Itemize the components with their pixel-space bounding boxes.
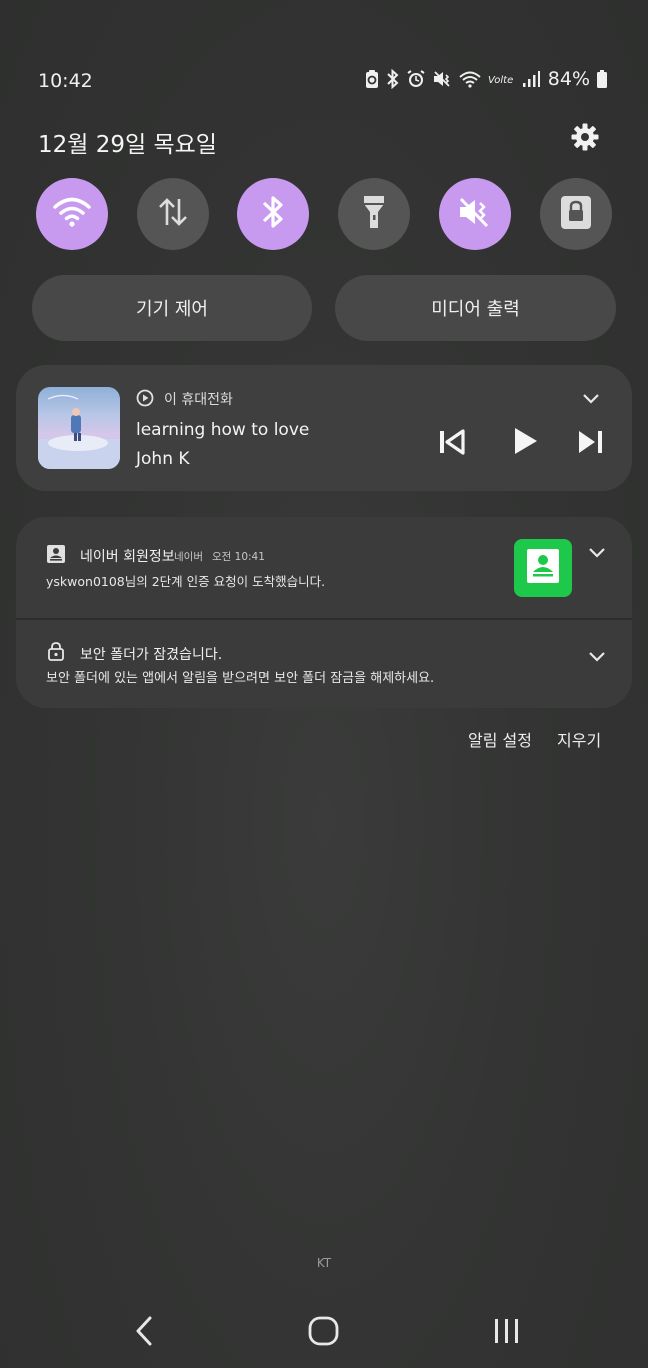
settings-button[interactable]	[566, 120, 604, 158]
secure-folder-title: 보안 폴더가 잠겼습니다.	[80, 647, 223, 663]
device-control-button[interactable]: 기기 제어	[32, 275, 312, 341]
media-player-card[interactable]: 이 휴대전화 learning how to love John K	[16, 365, 632, 491]
media-source-label: 이 휴대전화	[164, 392, 233, 408]
bluetooth-icon	[386, 69, 400, 89]
naver-sub-app: 네이버	[174, 551, 203, 563]
play-button[interactable]	[510, 425, 540, 461]
mute-icon	[432, 69, 452, 89]
signal-icon	[522, 69, 540, 89]
back-button[interactable]	[130, 1314, 158, 1352]
contact-card-icon	[46, 544, 66, 568]
lock-icon	[46, 641, 66, 665]
media-artist: John K	[136, 449, 190, 469]
naver-time: 오전 10:41	[212, 551, 265, 563]
clear-button[interactable]: 지우기	[557, 727, 601, 751]
naver-thumbnail	[514, 539, 572, 597]
media-title: learning how to love	[136, 420, 310, 440]
sound-toggle[interactable]	[439, 178, 511, 250]
wifi-toggle[interactable]	[36, 178, 108, 250]
wifi-icon	[52, 195, 92, 233]
home-button[interactable]	[306, 1314, 342, 1352]
secure-folder-message: 보안 폴더에 있는 앱에서 알림을 받으려면 보안 폴더 잠금을 해제하세요.	[46, 671, 435, 686]
contact-card-icon	[524, 547, 562, 589]
status-icons: Volte 84%	[364, 68, 608, 90]
bluetooth-icon	[260, 194, 286, 234]
battery-icon	[596, 69, 608, 89]
chevron-down-icon[interactable]	[586, 645, 608, 671]
lock-icon	[559, 193, 593, 235]
mobile-data-toggle[interactable]	[137, 178, 209, 250]
album-art	[38, 387, 120, 469]
notification-settings-button[interactable]: 알림 설정	[468, 727, 532, 751]
naver-app-name: 네이버 회원정보	[80, 549, 175, 565]
battery-saver-icon	[364, 69, 380, 89]
secure-folder-toggle[interactable]	[540, 178, 612, 250]
recent-apps-button[interactable]	[490, 1314, 524, 1352]
play-source-icon	[136, 389, 154, 411]
date-label: 12월 29일 목요일	[38, 132, 217, 158]
data-arrows-icon	[156, 195, 190, 233]
battery-percent: 84%	[547, 68, 590, 90]
mute-icon	[456, 194, 494, 234]
next-track-button[interactable]	[576, 427, 606, 461]
volte-icon: Volte	[488, 69, 516, 89]
carrier-label: KT	[316, 1256, 332, 1270]
naver-message: yskwon0108님의 2단계 인증 요청이 도착했습니다.	[46, 574, 326, 589]
previous-track-button[interactable]	[436, 427, 466, 461]
alarm-icon	[406, 69, 426, 89]
wifi-icon	[458, 69, 482, 89]
chevron-down-icon[interactable]	[586, 541, 608, 567]
bluetooth-toggle[interactable]	[237, 178, 309, 250]
notification-card: 네이버 회원정보 네이버 오전 10:41 yskwon0108님의 2단계 인…	[16, 517, 632, 708]
secure-folder-notification[interactable]	[16, 620, 632, 708]
chevron-down-icon[interactable]	[580, 387, 602, 413]
flashlight-icon	[359, 193, 389, 235]
gear-icon	[570, 122, 600, 156]
flashlight-toggle[interactable]	[338, 178, 410, 250]
svg-text:Volte: Volte	[488, 75, 513, 86]
status-time: 10:42	[38, 70, 93, 92]
media-output-button[interactable]: 미디어 출력	[335, 275, 616, 341]
